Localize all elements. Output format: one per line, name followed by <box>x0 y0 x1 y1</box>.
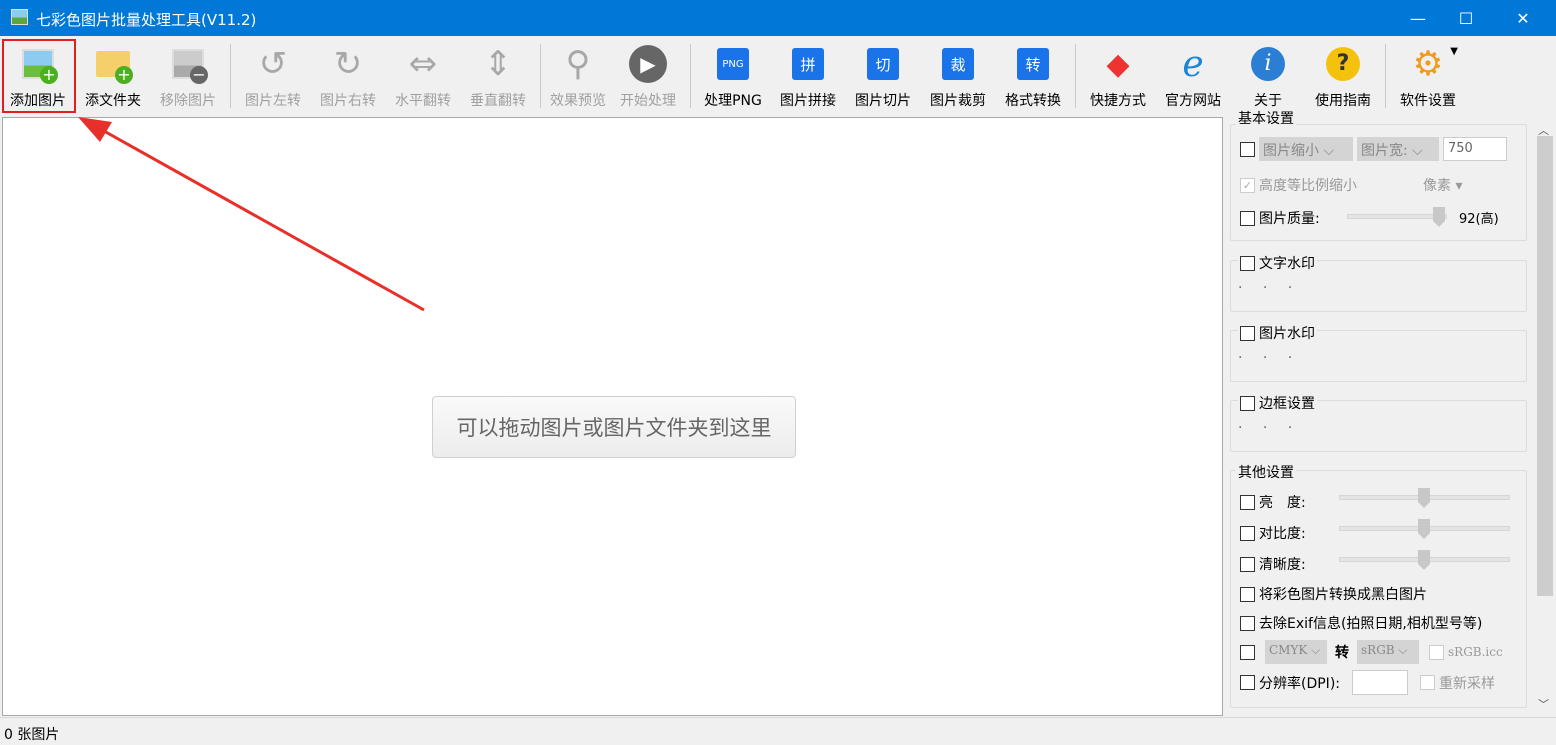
resample-label: 重新采样 <box>1439 675 1495 692</box>
scrollbar-thumb[interactable] <box>1537 136 1553 596</box>
resample-checkbox[interactable] <box>1420 675 1435 690</box>
dpi-label: 分辨率(DPI): <box>1259 675 1340 692</box>
quality-slider[interactable] <box>1347 214 1447 219</box>
sharpness-label: 清晰度: <box>1259 557 1306 573</box>
brightness-label: 亮 度: <box>1259 495 1306 511</box>
grayscale-checkbox[interactable] <box>1240 586 1255 602</box>
quality-value: 92(高) <box>1459 212 1499 227</box>
contrast-label: 对比度: <box>1259 526 1306 542</box>
brightness-checkbox[interactable] <box>1240 494 1255 510</box>
resize-mode-select[interactable]: 图片缩小 ⌵ <box>1259 137 1353 161</box>
to-color-value: sRGB <box>1361 643 1395 657</box>
to-label: 转 <box>1335 645 1349 661</box>
unit-select[interactable]: 像素 ▾ <box>1423 175 1462 195</box>
dpi-checkbox[interactable] <box>1240 675 1255 690</box>
dpi-input[interactable] <box>1352 670 1408 695</box>
unit-value: 像素 <box>1423 178 1451 194</box>
contrast-checkbox[interactable] <box>1240 525 1255 541</box>
status-bar: 0 张图片 <box>0 717 1556 745</box>
border-checkbox[interactable] <box>1240 395 1255 411</box>
scroll-down-icon[interactable]: ﹀ <box>1538 696 1549 712</box>
resize-mode-value: 图片缩小 <box>1263 143 1319 159</box>
sharpness-checkbox[interactable] <box>1240 556 1255 572</box>
remove-exif-label: 去除Exif信息(拍照日期,相机型号等) <box>1259 616 1483 632</box>
resize-checkbox[interactable] <box>1240 141 1255 157</box>
to-color-select[interactable]: sRGB ⌵ <box>1357 640 1419 664</box>
keep-ratio-checkbox[interactable]: ✓ <box>1240 177 1255 193</box>
border-title: 边框设置 <box>1259 396 1315 412</box>
color-convert-checkbox[interactable] <box>1240 644 1255 660</box>
dimension-select[interactable]: 图片宽: ⌵ <box>1357 137 1439 161</box>
image-watermark-more[interactable]: · · · <box>1238 350 1300 366</box>
grayscale-label: 将彩色图片转换成黑白图片 <box>1259 587 1427 603</box>
text-watermark-more[interactable]: · · · <box>1238 280 1300 296</box>
dimension-value: 图片宽: <box>1361 143 1408 159</box>
from-color-value: CMYK <box>1269 643 1308 657</box>
image-count: 0 张图片 <box>4 727 60 743</box>
border-more[interactable]: · · · <box>1238 420 1300 436</box>
settings-panel: 基本设置 图片缩小 ⌵ 图片宽: ⌵ 750 ✓ 高度等比例缩小 像素 ▾ 图片… <box>1226 108 1534 716</box>
quality-label: 图片质量: <box>1259 211 1320 227</box>
quality-checkbox[interactable] <box>1240 210 1255 226</box>
width-input[interactable]: 750 <box>1443 137 1507 161</box>
basic-settings-title: 基本设置 <box>1236 108 1296 128</box>
image-watermark-title: 图片水印 <box>1259 326 1315 342</box>
text-watermark-checkbox[interactable] <box>1240 255 1255 271</box>
remove-exif-checkbox[interactable] <box>1240 615 1255 631</box>
icc-label: sRGB.icc <box>1448 645 1503 659</box>
keep-ratio-label: 高度等比例缩小 <box>1259 178 1357 194</box>
image-watermark-checkbox[interactable] <box>1240 325 1255 341</box>
panel-scrollbar[interactable]: ︿ ﹀ <box>1534 118 1556 716</box>
from-color-select[interactable]: CMYK ⌵ <box>1265 640 1327 664</box>
text-watermark-title: 文字水印 <box>1259 256 1315 272</box>
other-settings-title: 其他设置 <box>1236 462 1296 482</box>
icc-checkbox[interactable] <box>1429 644 1444 660</box>
